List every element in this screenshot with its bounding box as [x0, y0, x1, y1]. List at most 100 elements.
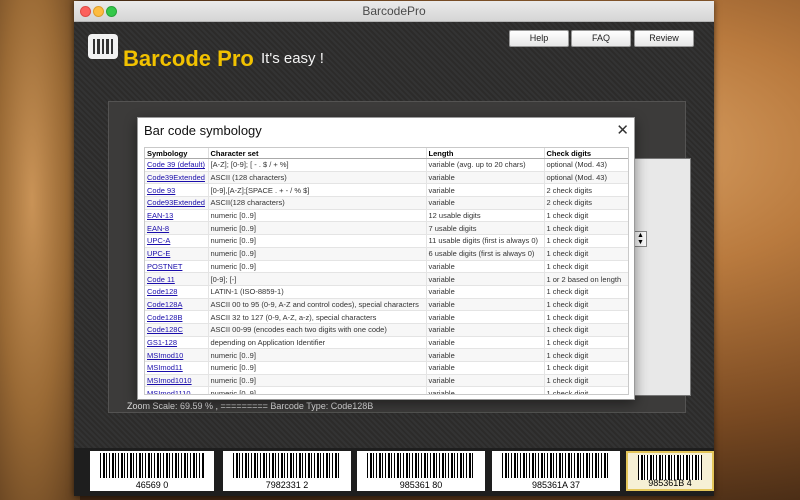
zoom-stepper[interactable]: ▲ ▼	[634, 231, 647, 247]
barcode-number: 985361B 4	[648, 478, 692, 488]
barcode-number: 985361A 37	[531, 480, 581, 490]
close-icon[interactable]: ✕	[616, 121, 629, 139]
symbology-link[interactable]: MSImod1010	[147, 376, 192, 385]
symbology-link[interactable]: MSImod1110	[147, 389, 191, 394]
table-row: Code39Extended ASCII (128 characters) vari…	[145, 171, 628, 185]
barcode-thumbnail[interactable]: 985361A 37	[492, 451, 620, 491]
symbology-link[interactable]: Code93Extended	[147, 198, 205, 207]
table-cell: 1 check digit	[544, 298, 628, 312]
table-cell: LATIN-1 (ISO-8859-1)	[208, 285, 427, 299]
symbology-link[interactable]: Code128C	[147, 325, 183, 334]
symbology-link[interactable]: Code128	[147, 287, 177, 296]
table-cell: 7 usable digits	[426, 221, 545, 236]
table-cell: numeric [0..9]	[208, 234, 427, 248]
symbology-link[interactable]: UPC-E	[147, 249, 170, 258]
symbology-link-cell[interactable]: Code128B	[145, 310, 209, 324]
symbology-link-cell[interactable]: Code 11	[145, 272, 209, 286]
table-row: MSImod1110 numeric [0..9] variable 1 check …	[145, 386, 628, 394]
symbology-link-cell[interactable]: MSImod1110	[145, 386, 209, 394]
symbology-link-cell[interactable]: Code93Extended	[145, 196, 209, 210]
table-cell: numeric [0..9]	[208, 374, 427, 388]
symbology-link[interactable]: Code39Extended	[147, 173, 205, 182]
symbology-link[interactable]: UPC-A	[147, 236, 170, 245]
table-cell: 6 usable digits (first is always 0)	[426, 247, 545, 261]
help-button[interactable]: Help	[509, 30, 569, 47]
table-cell: ASCII(128 characters)	[208, 196, 427, 210]
symbology-link[interactable]: Code128B	[147, 313, 182, 322]
table-cell: numeric [0..9]	[208, 361, 427, 375]
symbology-link-cell[interactable]: Code128A	[145, 298, 209, 312]
symbology-link-cell[interactable]: Code39Extended	[145, 171, 209, 185]
table-cell: 1 check digit	[544, 323, 628, 337]
symbology-link-cell[interactable]: MSImod10	[145, 348, 209, 362]
table-cell: variable	[426, 272, 545, 286]
symbology-link[interactable]: GS1-128	[147, 338, 177, 347]
table-cell: depending on Application Identifier	[208, 336, 427, 350]
symbology-link[interactable]: Code 11	[147, 275, 175, 284]
table-cell: variable	[426, 374, 545, 388]
symbology-dialog: Bar code symbology ✕ Symbology Character…	[137, 117, 635, 400]
barcode-thumbnail-selected[interactable]: 985361B 4	[626, 451, 714, 491]
barcode-logo-icon	[88, 34, 118, 59]
barcode-bars	[502, 453, 610, 478]
table-cell: 1 check digit	[544, 348, 628, 362]
symbology-link[interactable]: EAN-8	[147, 224, 169, 233]
table-row: Code 11 [0-9]; [-] variable 1 or 2 based on…	[145, 272, 628, 286]
table-cell: variable	[426, 171, 545, 185]
symbology-link-cell[interactable]: Code128	[145, 285, 209, 299]
symbology-link-cell[interactable]: MSImod11	[145, 361, 209, 375]
table-cell: 1 check digit	[544, 310, 628, 324]
table-cell: variable	[426, 336, 545, 350]
table-row: Code128B ASCII 32 to 127 (0-9, A-Z, a-z),…	[145, 310, 628, 324]
table-row: UPC-E numeric [0..9] 6 usable digits (firs…	[145, 247, 628, 261]
table-cell: variable	[426, 285, 545, 299]
symbology-link-cell[interactable]: Code128C	[145, 323, 209, 337]
symbology-link-cell[interactable]: Code 39 (default)	[145, 158, 209, 172]
table-cell: numeric [0..9]	[208, 386, 427, 394]
barcode-thumbnail[interactable]: 46569 0	[90, 451, 214, 491]
table-cell: variable	[426, 310, 545, 324]
symbology-link[interactable]: MSImod11	[147, 363, 183, 372]
symbology-link[interactable]: POSTNET	[147, 262, 182, 271]
symbology-link[interactable]: MSImod10	[147, 351, 183, 360]
table-cell: 1 check digit	[544, 260, 628, 274]
symbology-link-cell[interactable]: UPC-E	[145, 247, 209, 261]
barcode-number: 46569 0	[135, 480, 169, 490]
symbology-link-cell[interactable]: UPC-A	[145, 234, 209, 248]
table-row: POSTNET numeric [0..9] variable 1 check dig…	[145, 260, 628, 274]
faq-button[interactable]: FAQ	[571, 30, 631, 47]
symbology-link[interactable]: Code128A	[147, 300, 182, 309]
title-bar[interactable]: BarcodePro	[74, 1, 714, 22]
symbology-link-cell[interactable]: Code 93	[145, 183, 209, 198]
table-cell: numeric [0..9]	[208, 209, 427, 223]
column-header: Check digits	[544, 148, 628, 159]
table-cell: [0-9]; [-]	[208, 272, 427, 286]
symbology-link-cell[interactable]: EAN-13	[145, 209, 209, 223]
table-cell: numeric [0..9]	[208, 348, 427, 362]
table-cell: ASCII 00-99 (encodes each two digits wit…	[208, 323, 427, 337]
table-row: EAN-13 numeric [0..9] 12 usable digits 1 ch…	[145, 209, 628, 223]
table-cell: 1 check digit	[544, 361, 628, 375]
symbology-link-cell[interactable]: POSTNET	[145, 260, 209, 274]
barcode-thumbnail[interactable]: 7982331 2	[223, 451, 351, 491]
barcode-bars	[100, 453, 204, 478]
table-cell: ASCII (128 characters)	[208, 171, 427, 185]
symbology-link[interactable]: EAN-13	[147, 211, 173, 220]
table-row: Code 39 (default) [A-Z]; [0-9]; [ - . $ /…	[145, 158, 628, 172]
symbology-link-cell[interactable]: MSImod1010	[145, 374, 209, 388]
table-cell: 2 check digits	[544, 196, 628, 210]
symbology-link[interactable]: Code 93	[147, 186, 175, 195]
table-cell: variable	[426, 361, 545, 375]
review-button[interactable]: Review	[634, 30, 694, 47]
barcode-thumbnail[interactable]: 985361 80	[357, 451, 485, 491]
table-row: UPC-A numeric [0..9] 11 usable digits (fir…	[145, 234, 628, 248]
table-cell: 1 check digit	[544, 285, 628, 299]
table-cell: variable	[426, 348, 545, 362]
symbology-link[interactable]: Code 39 (default)	[147, 160, 205, 169]
table-cell: variable	[426, 183, 545, 198]
table-cell: 1 check digit	[544, 374, 628, 388]
symbology-link-cell[interactable]: GS1-128	[145, 336, 209, 350]
table-cell: 11 usable digits (first is always 0)	[426, 234, 545, 248]
table-cell: variable (avg. up to 20 chars)	[426, 158, 545, 172]
symbology-link-cell[interactable]: EAN-8	[145, 221, 209, 236]
